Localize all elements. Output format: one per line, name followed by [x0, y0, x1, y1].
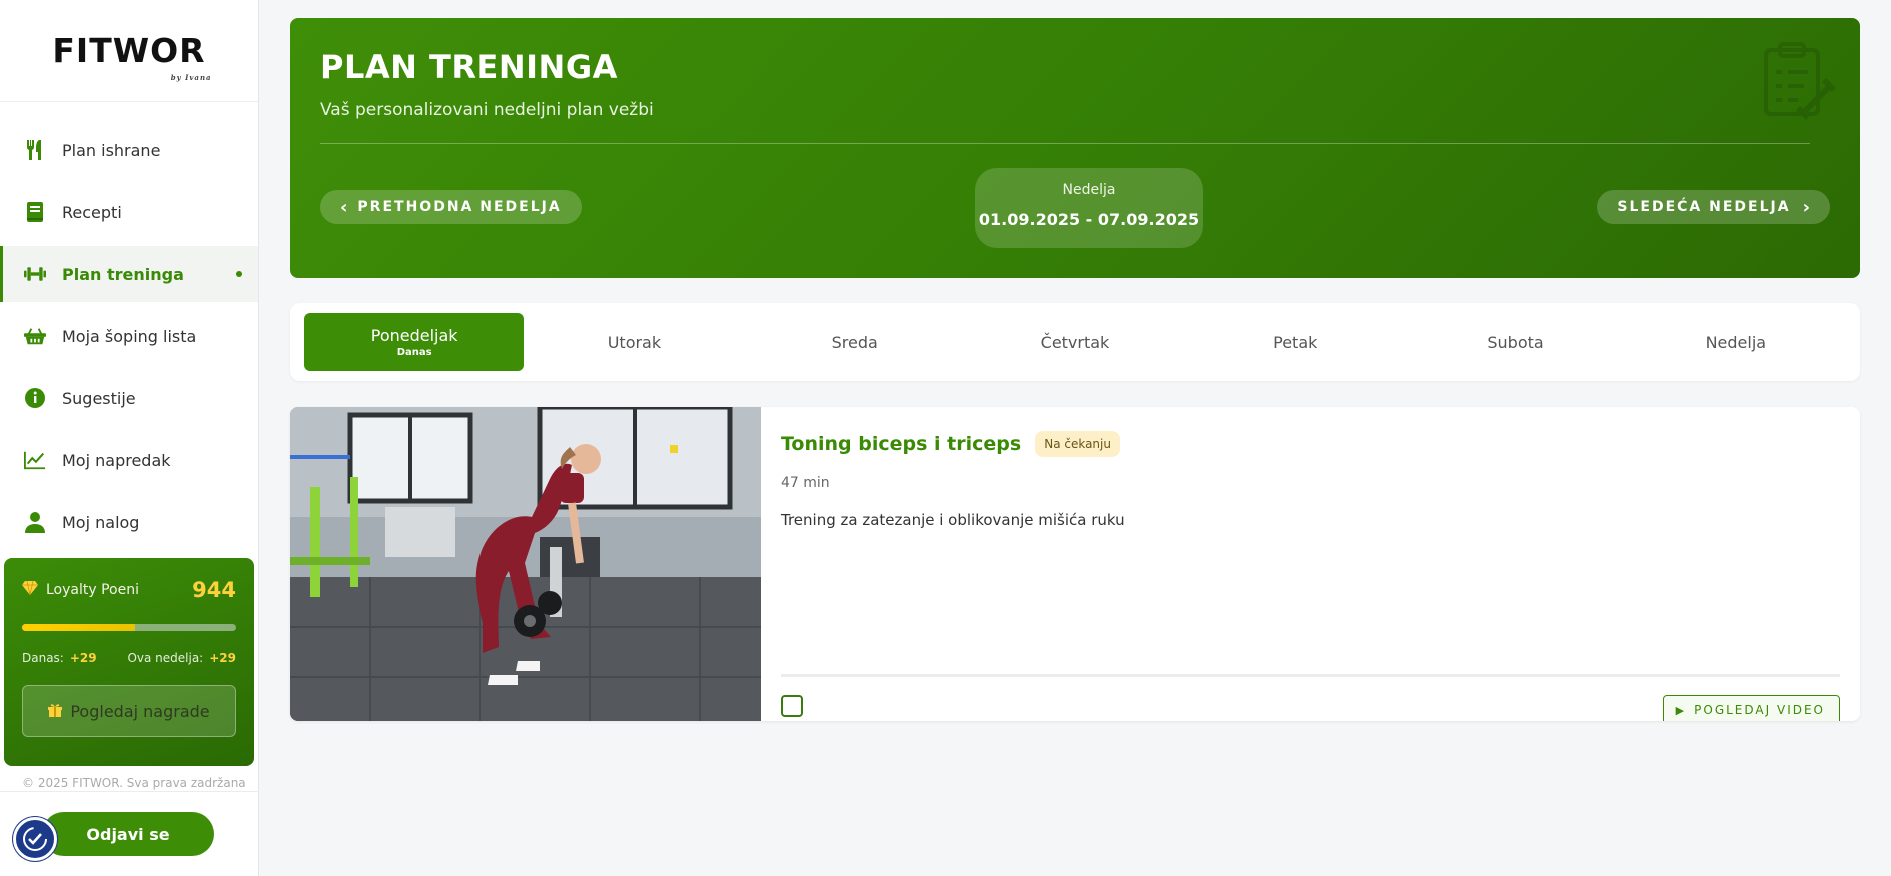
- sidebar-item-label: Recepti: [62, 202, 122, 222]
- loyalty-progress-fill: [22, 624, 136, 631]
- loyalty-today-value: +29: [69, 651, 97, 665]
- sidebar-item-label: Sugestije: [62, 388, 136, 408]
- hero-banner: PLAN TRENINGA Vaš personalizovani nedelj…: [290, 18, 1860, 278]
- sidebar: FITWOR by Ivana Plan ishrane Recepti Pla…: [0, 0, 259, 876]
- view-rewards-label: Pogledaj nagrade: [70, 701, 210, 721]
- tab-cetvrtak[interactable]: Četvrtak: [965, 313, 1185, 371]
- loyalty-title-text: Loyalty Poeni: [46, 582, 139, 598]
- day-label: Nedelja: [1705, 332, 1767, 352]
- sidebar-item-plan-ishrane[interactable]: Plan ishrane: [0, 122, 258, 178]
- loyalty-header: Loyalty Poeni 944: [22, 578, 236, 602]
- workout-card: Toning biceps i triceps Na čekanju 47 mi…: [290, 407, 1860, 721]
- watch-video-label: POGLEDAJ VIDEO: [1694, 703, 1825, 717]
- week-selector: Nedelja 01.09.2025 - 07.09.2025: [975, 168, 1203, 248]
- basket-icon: [24, 325, 46, 347]
- sidebar-item-sugestije[interactable]: Sugestije: [0, 370, 258, 426]
- previous-week-button[interactable]: ‹ PRETHODNA NEDELJA: [320, 190, 582, 224]
- day-label: Utorak: [607, 332, 662, 352]
- day-label: Ponedeljak: [370, 326, 458, 345]
- book-icon: [24, 201, 46, 223]
- sidebar-item-label: Plan treninga: [62, 264, 184, 284]
- loyalty-title: Loyalty Poeni: [22, 580, 139, 599]
- workout-duration: 47 min: [781, 475, 830, 491]
- sidebar-item-label: Moj nalog: [62, 512, 140, 532]
- workout-title-row: Toning biceps i triceps Na čekanju: [781, 431, 1840, 457]
- utensils-icon: [24, 139, 46, 161]
- loyalty-week-value: +29: [209, 651, 236, 665]
- next-week-button[interactable]: SLEDEĆA NEDELJA ›: [1597, 190, 1830, 224]
- sidebar-item-plan-treninga[interactable]: Plan treninga: [0, 246, 258, 302]
- day-label: Petak: [1273, 332, 1318, 352]
- watch-video-button[interactable]: ▶ POGLEDAJ VIDEO: [1662, 695, 1840, 721]
- next-week-label: SLEDEĆA NEDELJA: [1617, 199, 1791, 215]
- logo-signature: by Ivana: [170, 73, 212, 82]
- view-rewards-button[interactable]: Pogledaj nagrade: [22, 685, 236, 737]
- sidebar-item-moj-nalog[interactable]: Moj nalog: [0, 494, 258, 550]
- sidebar-item-label: Moja šoping lista: [62, 326, 197, 346]
- workout-description: Trening za zatezanje i oblikovanje mišić…: [781, 511, 1125, 529]
- page-subtitle: Vaš personalizovani nedeljni plan vežbi: [320, 100, 654, 120]
- day-tabs: Ponedeljak Danas Utorak Sreda Četvrtak P…: [290, 303, 1860, 381]
- loyalty-stats: Danas: +29 Ova nedelja: +29: [22, 651, 236, 665]
- workout-details: Toning biceps i triceps Na čekanju 47 mi…: [781, 431, 1840, 721]
- tab-nedelja[interactable]: Nedelja: [1626, 313, 1846, 371]
- loyalty-points: 944: [192, 578, 236, 602]
- card-divider: [781, 674, 1840, 677]
- copyright-text: © 2025 FITWOR. Sva prava zadržana: [22, 776, 246, 790]
- loyalty-card: Loyalty Poeni 944 Danas: +29 Ova nedelja:…: [4, 558, 254, 766]
- logo[interactable]: FITWOR by Ivana: [52, 31, 210, 82]
- sidebar-item-recepti[interactable]: Recepti: [0, 184, 258, 240]
- workout-image: [290, 407, 761, 721]
- logout-button[interactable]: Odjavi se: [42, 812, 214, 856]
- tab-petak[interactable]: Petak: [1185, 313, 1405, 371]
- active-indicator-dot: [236, 271, 242, 277]
- workout-title[interactable]: Toning biceps i triceps: [781, 433, 1021, 455]
- complete-checkbox[interactable]: [781, 695, 803, 717]
- gift-icon: [48, 702, 63, 721]
- dumbbell-icon: [24, 263, 46, 285]
- hero-divider: [320, 143, 1810, 144]
- tab-subota[interactable]: Subota: [1405, 313, 1625, 371]
- gem-icon: [22, 580, 38, 599]
- tab-ponedeljak[interactable]: Ponedeljak Danas: [304, 313, 525, 371]
- accessibility-icon[interactable]: [13, 817, 57, 861]
- day-label: Sreda: [831, 332, 878, 352]
- user-icon: [24, 511, 46, 533]
- status-badge: Na čekanju: [1035, 431, 1120, 457]
- chevron-right-icon: ›: [1802, 196, 1810, 218]
- tab-sreda[interactable]: Sreda: [745, 313, 965, 371]
- sidebar-item-label: Plan ishrane: [62, 140, 161, 160]
- loyalty-week-label: Ova nedelja:: [127, 651, 204, 665]
- tab-utorak[interactable]: Utorak: [524, 313, 744, 371]
- week-range: 01.09.2025 - 07.09.2025: [978, 210, 1200, 229]
- loyalty-progress-bar: [22, 624, 236, 631]
- logout-label: Odjavi se: [86, 824, 170, 844]
- sidebar-item-label: Moj napredak: [62, 450, 171, 470]
- logo-area[interactable]: FITWOR by Ivana: [0, 0, 258, 102]
- chevron-left-icon: ‹: [340, 196, 348, 218]
- sidebar-item-soping-lista[interactable]: Moja šoping lista: [0, 308, 258, 364]
- info-icon: [24, 387, 46, 409]
- day-label: Subota: [1487, 332, 1544, 352]
- sidebar-item-moj-napredak[interactable]: Moj napredak: [0, 432, 258, 488]
- logo-text: FITWOR: [52, 31, 206, 70]
- play-icon: ▶: [1675, 703, 1687, 717]
- today-label: Danas: [396, 347, 432, 358]
- day-label: Četvrtak: [1040, 332, 1110, 352]
- previous-week-label: PRETHODNA NEDELJA: [357, 199, 562, 215]
- chart-line-icon: [24, 449, 46, 471]
- page-title: PLAN TRENINGA: [320, 48, 618, 86]
- clipboard-dumbbell-icon: [1762, 42, 1837, 124]
- loyalty-week: Ova nedelja: +29: [127, 651, 236, 665]
- loyalty-today: Danas: +29: [22, 651, 97, 665]
- sidebar-footer: Odjavi se: [0, 791, 259, 876]
- week-label: Nedelja: [1062, 182, 1116, 198]
- sidebar-nav: Plan ishrane Recepti Plan treninga Moja …: [0, 122, 258, 550]
- loyalty-today-label: Danas:: [22, 651, 64, 665]
